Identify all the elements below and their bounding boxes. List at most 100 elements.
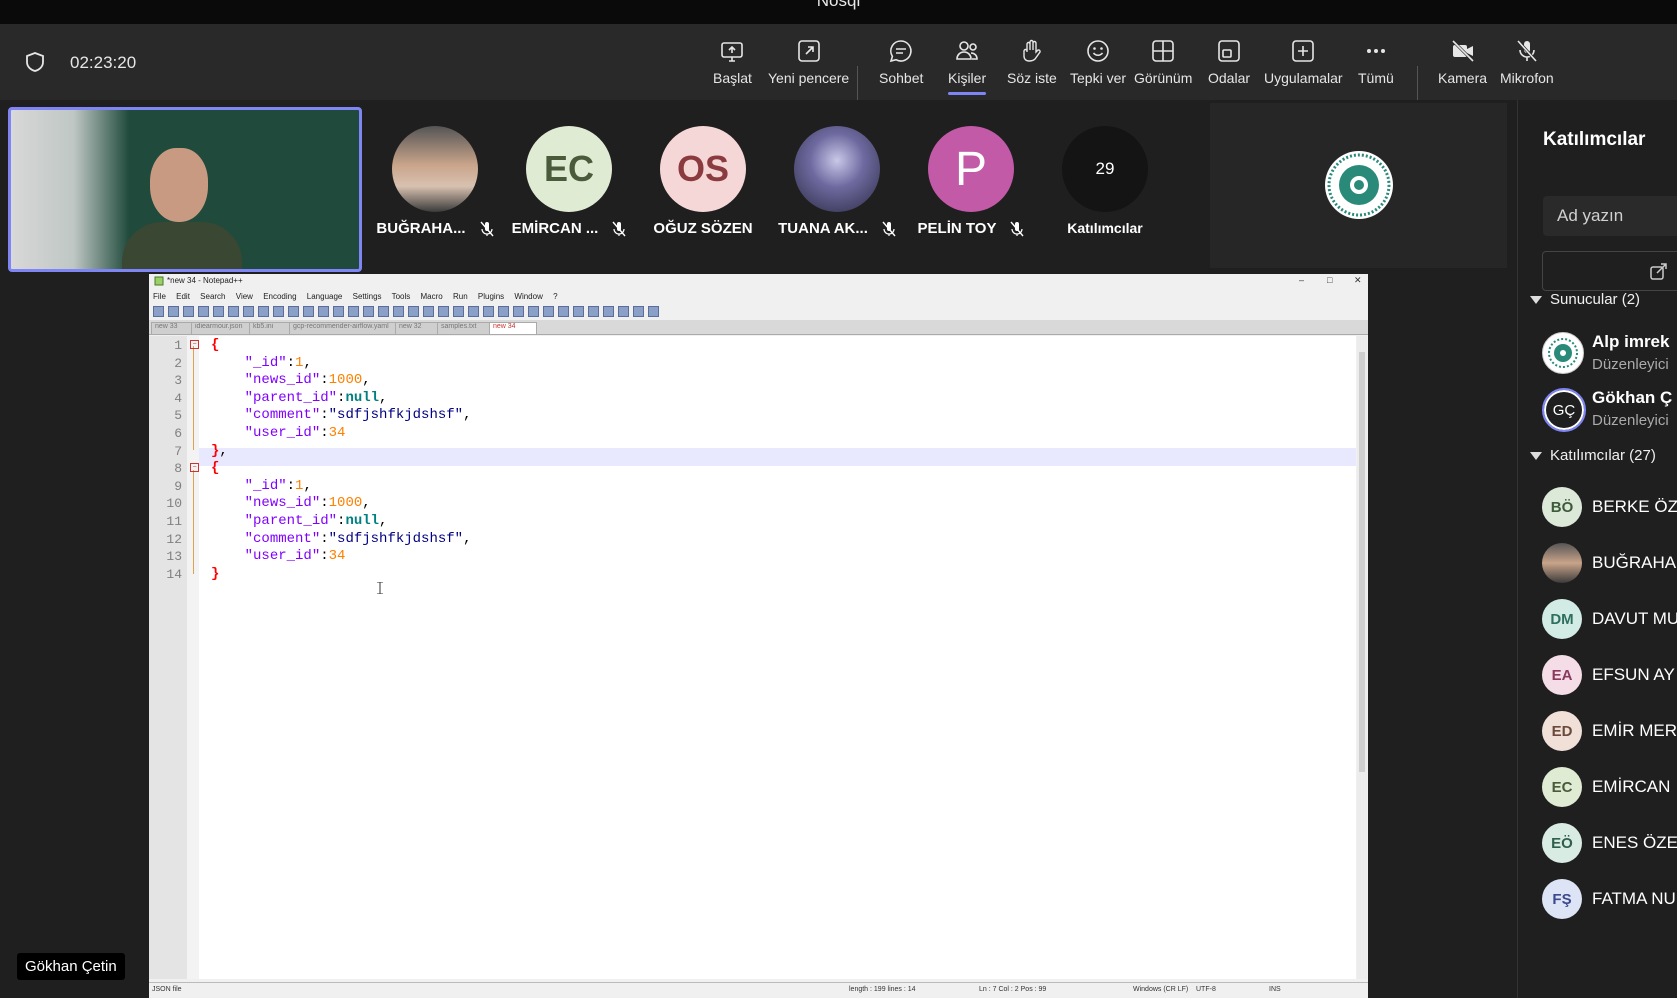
menu-edit[interactable]: Edit bbox=[176, 292, 190, 301]
toolbar-icon[interactable] bbox=[633, 306, 644, 317]
menu-search[interactable]: Search bbox=[200, 292, 225, 301]
participant-name: EMİRCAN ... bbox=[511, 220, 599, 237]
file-tab[interactable]: samples.txt bbox=[437, 322, 491, 335]
toolbar-icon[interactable] bbox=[543, 306, 554, 317]
toolbar-icon[interactable] bbox=[618, 306, 629, 317]
close-icon[interactable]: ✕ bbox=[1354, 275, 1362, 286]
react-button[interactable]: Tepki ver bbox=[1070, 38, 1126, 86]
toolbar-icon[interactable] bbox=[228, 306, 239, 317]
file-tab[interactable]: gcp-recommender-airflow.yaml bbox=[289, 322, 397, 335]
chat-button[interactable]: Sohbet bbox=[879, 38, 923, 86]
toolbar-icon[interactable] bbox=[393, 306, 404, 317]
mic-button[interactable]: Mikrofon bbox=[1500, 38, 1554, 86]
people-button[interactable]: Kişiler bbox=[948, 38, 986, 95]
toolbar-icon[interactable] bbox=[243, 306, 254, 317]
line-number: 3 bbox=[174, 373, 182, 389]
gallery-tile[interactable]: OS OĞUZ SÖZEN bbox=[638, 126, 768, 237]
toolbar-icon[interactable] bbox=[168, 306, 179, 317]
view-button[interactable]: Görünüm bbox=[1134, 38, 1192, 86]
toolbar-icon[interactable] bbox=[303, 306, 314, 317]
file-tab[interactable]: kb5.ini bbox=[249, 322, 291, 335]
fold-toggle-icon[interactable]: − bbox=[190, 463, 199, 472]
editor-area[interactable] bbox=[199, 336, 1356, 979]
toolbar-icon[interactable] bbox=[183, 306, 194, 317]
toolbar-icon[interactable] bbox=[438, 306, 449, 317]
participant-search-input[interactable]: Ad yazın bbox=[1543, 196, 1677, 236]
minimize-icon[interactable]: – bbox=[1299, 275, 1304, 285]
toolbar-icon[interactable] bbox=[408, 306, 419, 317]
rooms-button[interactable]: Odalar bbox=[1208, 38, 1250, 86]
toolbar-icon[interactable] bbox=[153, 306, 164, 317]
menu-settings[interactable]: Settings bbox=[353, 292, 382, 301]
fold-toggle-icon[interactable]: − bbox=[190, 340, 199, 349]
toolbar-icon[interactable] bbox=[648, 306, 659, 317]
new-window-button[interactable]: Yeni pencere bbox=[768, 38, 849, 86]
toolbar-icon[interactable] bbox=[498, 306, 509, 317]
toolbar-icon[interactable] bbox=[318, 306, 329, 317]
maximize-icon[interactable]: □ bbox=[1327, 275, 1332, 285]
gallery-tile[interactable]: EC EMİRCAN ... bbox=[504, 126, 634, 237]
menu-tools[interactable]: Tools bbox=[392, 292, 411, 301]
share-button[interactable]: Başlat bbox=[713, 38, 752, 86]
file-tab[interactable]: new 33 bbox=[151, 322, 193, 335]
gallery-tile[interactable]: P PELİN TOY bbox=[906, 126, 1036, 237]
toolbar-icon[interactable] bbox=[423, 306, 434, 317]
toolbar-icon[interactable] bbox=[588, 306, 599, 317]
toolbar-icon[interactable] bbox=[468, 306, 479, 317]
toolbar-icon[interactable] bbox=[288, 306, 299, 317]
file-tab-active[interactable]: new 34 bbox=[489, 322, 537, 335]
toolbar-icon[interactable] bbox=[273, 306, 284, 317]
more-participants-tile[interactable]: 29 Katılımcılar bbox=[1040, 126, 1170, 236]
menu-encoding[interactable]: Encoding bbox=[263, 292, 296, 301]
toolbar-icon[interactable] bbox=[528, 306, 539, 317]
toolbar-icon[interactable] bbox=[453, 306, 464, 317]
vertical-scrollbar[interactable] bbox=[1357, 336, 1367, 979]
toolbar-icon[interactable] bbox=[603, 306, 614, 317]
file-tab[interactable]: idiearmour.json bbox=[191, 322, 251, 335]
menu-file[interactable]: File bbox=[153, 292, 166, 301]
more-button[interactable]: Tümü bbox=[1358, 38, 1394, 86]
toolbar-icon[interactable] bbox=[258, 306, 269, 317]
menu-language[interactable]: Language bbox=[307, 292, 343, 301]
toolbar-icon[interactable] bbox=[363, 306, 374, 317]
camera-off-icon bbox=[1451, 39, 1474, 63]
scrollbar-thumb[interactable] bbox=[1359, 352, 1365, 772]
menu-plugins[interactable]: Plugins bbox=[478, 292, 504, 301]
menu-help[interactable]: ? bbox=[553, 292, 557, 301]
gallery-tile[interactable]: BUĞRAHA... bbox=[370, 126, 500, 237]
camera-button[interactable]: Kamera bbox=[1438, 38, 1487, 86]
toolbar-icon[interactable] bbox=[333, 306, 344, 317]
line-number: 12 bbox=[166, 531, 182, 547]
menu-window[interactable]: Window bbox=[514, 292, 542, 301]
shared-screen-notepad[interactable]: *new 34 - Notepad++ – □ ✕ File Edit Sear… bbox=[149, 274, 1368, 998]
menu-macro[interactable]: Macro bbox=[421, 292, 443, 301]
menu-view[interactable]: View bbox=[236, 292, 253, 301]
presenter-video[interactable] bbox=[8, 107, 362, 272]
toolbar-icon[interactable] bbox=[558, 306, 569, 317]
window-title: Nosql bbox=[816, 0, 861, 10]
organizer-tile[interactable] bbox=[1210, 103, 1507, 268]
attendees-section-header[interactable]: Katılımcılar (27) bbox=[1530, 447, 1656, 464]
toolbar-icon[interactable] bbox=[483, 306, 494, 317]
shield-icon[interactable] bbox=[24, 51, 46, 73]
file-tab[interactable]: new 32 bbox=[395, 322, 439, 335]
chevron-down-icon bbox=[1530, 296, 1542, 305]
status-position: Ln : 7 Col : 2 Pos : 99 bbox=[979, 986, 1047, 993]
toolbar-icon[interactable] bbox=[573, 306, 584, 317]
gallery-tile[interactable]: TUANA AK... bbox=[772, 126, 902, 237]
file-tabs: new 33 idiearmour.json kb5.ini gcp-recom… bbox=[149, 320, 1368, 335]
toolbar-icon[interactable] bbox=[213, 306, 224, 317]
apps-button[interactable]: Uygulamalar bbox=[1264, 38, 1343, 86]
toolbar-icon[interactable] bbox=[378, 306, 389, 317]
line-number: 11 bbox=[166, 514, 182, 529]
presenters-section-header[interactable]: Sunucular (2) bbox=[1530, 291, 1640, 308]
section-label: Sunucular (2) bbox=[1550, 291, 1641, 308]
toolbar-icon[interactable] bbox=[513, 306, 524, 317]
toolbar-icon[interactable] bbox=[198, 306, 209, 317]
toolbar-icon[interactable] bbox=[348, 306, 359, 317]
share-invite-button[interactable] bbox=[1542, 251, 1677, 291]
menu-run[interactable]: Run bbox=[453, 292, 468, 301]
status-filetype: JSON file bbox=[152, 986, 182, 993]
raise-hand-button[interactable]: Söz iste bbox=[1007, 38, 1057, 86]
line-number: 13 bbox=[166, 549, 182, 565]
